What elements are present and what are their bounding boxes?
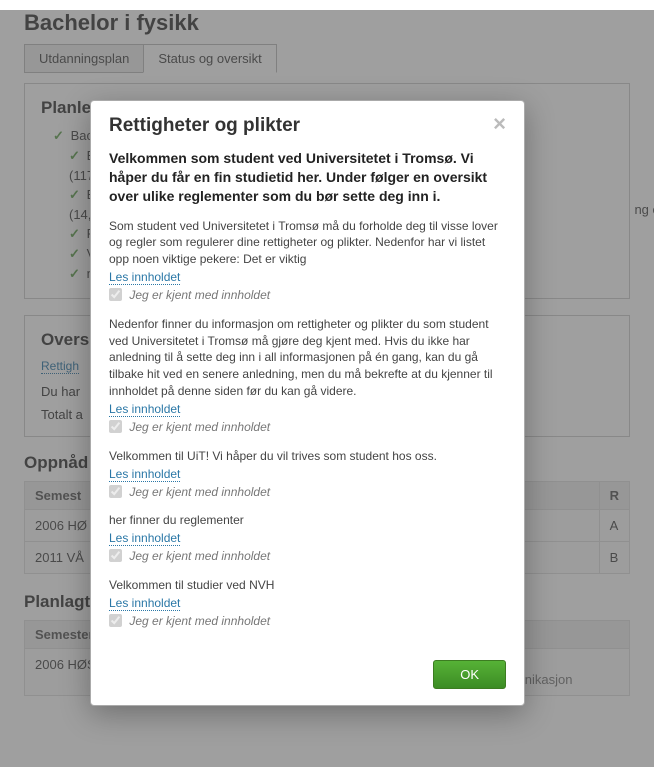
rettigheter-modal: Rettigheter og plikter × Velkommen som s…: [90, 100, 525, 706]
modal-text: Som student ved Universitetet i Tromsø m…: [109, 218, 506, 268]
modal-text: Velkommen til UiT! Vi håper du vil trive…: [109, 448, 506, 465]
ok-button[interactable]: OK: [433, 660, 506, 689]
confirm-checkbox[interactable]: [109, 288, 122, 301]
read-content-link[interactable]: Les innholdet: [109, 402, 180, 417]
confirm-label: Jeg er kjent med innholdet: [129, 484, 270, 498]
confirm-label: Jeg er kjent med innholdet: [129, 614, 270, 628]
read-content-link[interactable]: Les innholdet: [109, 467, 180, 482]
modal-title: Rettigheter og plikter: [109, 115, 300, 137]
read-content-link[interactable]: Les innholdet: [109, 531, 180, 546]
modal-text: Nedenfor finner du informasjon om rettig…: [109, 316, 506, 400]
confirm-checkbox[interactable]: [109, 614, 122, 627]
confirm-label: Jeg er kjent med innholdet: [129, 288, 270, 302]
confirm-label: Jeg er kjent med innholdet: [129, 420, 270, 434]
confirm-checkbox[interactable]: [109, 485, 122, 498]
modal-text: her finner du reglementer: [109, 512, 506, 529]
confirm-checkbox[interactable]: [109, 549, 122, 562]
read-content-link[interactable]: Les innholdet: [109, 270, 180, 285]
confirm-label: Jeg er kjent med innholdet: [129, 549, 270, 563]
modal-intro: Velkommen som student ved Universitetet …: [109, 149, 506, 206]
modal-text: Velkommen til studier ved NVH: [109, 577, 506, 594]
confirm-checkbox[interactable]: [109, 420, 122, 433]
close-icon[interactable]: ×: [493, 115, 506, 133]
read-content-link[interactable]: Les innholdet: [109, 596, 180, 611]
